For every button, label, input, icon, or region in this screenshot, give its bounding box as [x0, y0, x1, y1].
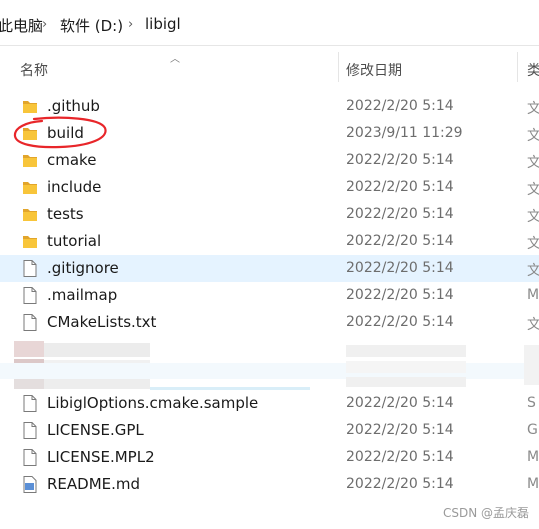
file-row[interactable]: cmake 2022/2/20 5:14 文	[0, 147, 539, 174]
file-modified-date: 2022/2/20 5:14	[346, 476, 454, 492]
file-icon	[21, 259, 39, 278]
folder-icon	[21, 205, 39, 224]
redacted-rows	[0, 337, 539, 393]
file-type-partial: 文	[527, 317, 539, 333]
file-type-partial: 文	[527, 236, 539, 252]
red-circle-annotation	[13, 116, 107, 149]
file-type-partial: 文	[527, 101, 539, 117]
column-header-name[interactable]: 名称	[20, 60, 48, 80]
column-divider[interactable]	[338, 52, 339, 82]
file-modified-date: 2022/2/20 5:14	[346, 233, 454, 249]
markdown-file-icon	[21, 475, 39, 494]
breadcrumb-drive-d[interactable]: 软件 (D:)	[60, 15, 123, 36]
file-name: tutorial	[47, 232, 102, 250]
chevron-right-icon: ›	[42, 17, 48, 32]
file-type-partial: 文	[527, 128, 539, 144]
file-row[interactable]: README.md 2022/2/20 5:14 M	[0, 471, 539, 498]
file-modified-date: 2022/2/20 5:14	[346, 98, 454, 114]
breadcrumb-this-pc[interactable]: 此电脑	[0, 15, 43, 36]
file-modified-date: 2022/2/20 5:14	[346, 287, 454, 303]
file-name: cmake	[47, 151, 97, 169]
file-icon	[21, 448, 39, 467]
file-row[interactable]: LICENSE.MPL2 2022/2/20 5:14 M	[0, 444, 539, 471]
file-icon	[21, 394, 39, 413]
column-header-type-partial[interactable]: 类	[527, 60, 539, 80]
file-name: LICENSE.GPL	[47, 421, 144, 439]
file-row[interactable]: tests 2022/2/20 5:14 文	[0, 201, 539, 228]
file-type-partial: 文	[527, 155, 539, 171]
file-name: tests	[47, 205, 84, 223]
file-name: include	[47, 178, 102, 196]
breadcrumb: 此电脑 › 软件 (D:) › libigl	[0, 0, 539, 46]
file-modified-date: 2022/2/20 5:14	[346, 260, 454, 276]
file-type-partial: M	[527, 476, 539, 492]
file-type-partial: G	[527, 422, 538, 438]
file-modified-date: 2022/2/20 5:14	[346, 206, 454, 222]
file-name: .gitignore	[47, 259, 119, 277]
file-icon	[21, 286, 39, 305]
file-name: .github	[47, 97, 100, 115]
chevron-right-icon: ›	[128, 17, 134, 32]
file-type-partial: M	[527, 287, 539, 303]
breadcrumb-libigl[interactable]: libigl	[145, 15, 181, 33]
folder-icon	[21, 232, 39, 251]
file-modified-date: 2022/2/20 5:14	[346, 179, 454, 195]
file-icon	[21, 313, 39, 332]
file-modified-date: 2022/2/20 5:14	[346, 449, 454, 465]
file-type-partial: M	[527, 449, 539, 465]
file-type-partial: 文	[527, 182, 539, 198]
folder-icon	[21, 178, 39, 197]
column-header-modified[interactable]: 修改日期	[346, 60, 402, 80]
folder-icon	[21, 151, 39, 170]
column-divider[interactable]	[517, 52, 518, 82]
file-modified-date: 2022/2/20 5:14	[346, 314, 454, 330]
file-modified-date: 2022/2/20 5:14	[346, 422, 454, 438]
file-modified-date: 2022/2/20 5:14	[346, 395, 454, 411]
file-name: CMakeLists.txt	[47, 313, 157, 331]
file-row[interactable]: include 2022/2/20 5:14 文	[0, 174, 539, 201]
file-row[interactable]: .mailmap 2022/2/20 5:14 M	[0, 282, 539, 309]
file-modified-date: 2022/2/20 5:14	[346, 152, 454, 168]
file-row[interactable]: CMakeLists.txt 2022/2/20 5:14 文	[0, 309, 539, 336]
file-type-partial: 文	[527, 209, 539, 225]
file-name: .mailmap	[47, 286, 118, 304]
file-name: README.md	[47, 475, 141, 493]
file-type-partial: 文	[527, 263, 539, 279]
file-modified-date: 2023/9/11 11:29	[346, 125, 463, 141]
file-row[interactable]: .gitignore 2022/2/20 5:14 文	[0, 255, 539, 282]
sort-ascending-icon: ︿	[170, 54, 180, 65]
file-name: LibiglOptions.cmake.sample	[47, 394, 259, 412]
file-row[interactable]: tutorial 2022/2/20 5:14 文	[0, 228, 539, 255]
watermark: CSDN @孟庆磊	[442, 506, 529, 520]
file-row[interactable]: LibiglOptions.cmake.sample 2022/2/20 5:14…	[0, 390, 539, 417]
file-type-partial: S	[527, 395, 536, 411]
file-name: LICENSE.MPL2	[47, 448, 155, 466]
folder-icon	[21, 97, 39, 116]
file-row[interactable]: LICENSE.GPL 2022/2/20 5:14 G	[0, 417, 539, 444]
file-icon	[21, 421, 39, 440]
